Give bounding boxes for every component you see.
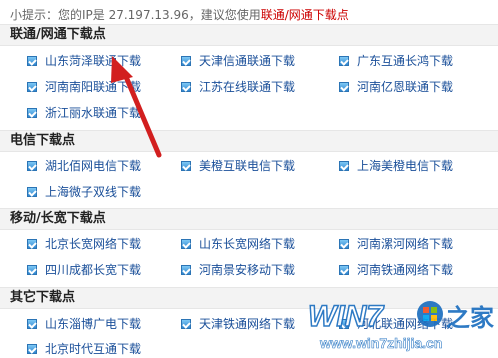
checkbox-icon: [27, 161, 37, 171]
link-label: 北京时代互通下载: [45, 342, 142, 356]
checkbox-icon: [339, 319, 349, 329]
link-label: 上海美橙电信下载: [357, 159, 454, 173]
download-link[interactable]: 四川成都长宽下载: [27, 261, 141, 279]
section-other-header: 其它下载点: [0, 287, 498, 309]
checkbox-icon: [27, 344, 37, 354]
download-link[interactable]: 河南铁通网络下载: [339, 261, 453, 279]
checkbox-icon: [181, 161, 191, 171]
link-label: 广东互通长鸿下载: [357, 54, 454, 68]
download-link[interactable]: 湖北佰网电信下载: [27, 157, 141, 175]
checkbox-icon: [181, 265, 191, 275]
checkbox-icon: [27, 187, 37, 197]
download-link[interactable]: 天津信通联通下载: [181, 52, 295, 70]
link-label: 天津铁通网络下载: [199, 317, 296, 331]
checkbox-icon: [339, 161, 349, 171]
link-label: 上海微子双线下载: [45, 185, 142, 199]
download-link[interactable]: 江苏在线联通下载: [181, 78, 295, 96]
link-label: 山东淄博广电下载: [45, 317, 142, 331]
download-link[interactable]: 上海美橙电信下载: [339, 157, 453, 175]
checkbox-icon: [339, 265, 349, 275]
download-link[interactable]: 山东菏泽联通下载: [27, 52, 141, 70]
section-title: 电信下载点: [10, 133, 76, 148]
download-link[interactable]: 河南亿恩联通下载: [339, 78, 453, 96]
link-label: 山东菏泽联通下载: [45, 54, 142, 68]
checkbox-icon: [181, 56, 191, 66]
recommended-download-link[interactable]: 联通/网通下载点: [261, 8, 349, 22]
download-link[interactable]: 上海微子双线下载: [27, 183, 141, 201]
download-link[interactable]: 河南南阳联通下载: [27, 78, 141, 96]
download-link[interactable]: 天津铁通网络下载: [181, 315, 295, 333]
link-label: 四川成都长宽下载: [45, 263, 142, 277]
section-telecom-header: 电信下载点: [0, 130, 498, 152]
download-link[interactable]: 河南景安移动下载: [181, 261, 295, 279]
link-label: 浙江丽水联通下载: [45, 106, 142, 120]
link-label: 江苏在线联通下载: [199, 80, 296, 94]
checkbox-icon: [339, 56, 349, 66]
link-label: 美橙互联电信下载: [199, 159, 296, 173]
checkbox-icon: [181, 82, 191, 92]
checkbox-icon: [339, 82, 349, 92]
section-mobile-header: 移动/长宽下载点: [0, 208, 498, 230]
download-link[interactable]: 河北联通网络下载: [339, 315, 453, 333]
download-link[interactable]: 河南漯河网络下载: [339, 235, 453, 253]
link-label: 河南亿恩联通下载: [357, 80, 454, 94]
download-link[interactable]: 山东长宽网络下载: [181, 235, 295, 253]
link-label: 天津信通联通下载: [199, 54, 296, 68]
link-label: 河南漯河网络下载: [357, 237, 454, 251]
hint-text: 小提示：您的IP是 27.197.13.96，建议您使用: [10, 8, 261, 22]
checkbox-icon: [181, 239, 191, 249]
download-link[interactable]: 山东淄博广电下载: [27, 315, 141, 333]
link-label: 山东长宽网络下载: [199, 237, 296, 251]
ip-hint: 小提示：您的IP是 27.197.13.96，建议您使用联通/网通下载点: [10, 6, 349, 24]
section-title: 其它下载点: [10, 290, 76, 305]
link-label: 北京长宽网络下载: [45, 237, 142, 251]
link-label: 湖北佰网电信下载: [45, 159, 142, 173]
checkbox-icon: [27, 56, 37, 66]
checkbox-icon: [27, 82, 37, 92]
link-label: 河南南阳联通下载: [45, 80, 142, 94]
checkbox-icon: [27, 239, 37, 249]
section-unicom-header: 联通/网通下载点: [0, 24, 498, 46]
checkbox-icon: [27, 108, 37, 118]
download-link[interactable]: 广东互通长鸿下载: [339, 52, 453, 70]
download-link[interactable]: 北京长宽网络下载: [27, 235, 141, 253]
link-label: 河北联通网络下载: [357, 317, 454, 331]
link-label: 河南景安移动下载: [199, 263, 296, 277]
checkbox-icon: [181, 319, 191, 329]
download-link[interactable]: 美橙互联电信下载: [181, 157, 295, 175]
link-label: 河南铁通网络下载: [357, 263, 454, 277]
section-title: 联通/网通下载点: [10, 27, 106, 42]
checkbox-icon: [27, 319, 37, 329]
section-title: 移动/长宽下载点: [10, 211, 106, 226]
download-link[interactable]: 北京时代互通下载: [27, 340, 141, 358]
watermark-url: www.win7zhijia.cn: [319, 335, 442, 351]
download-link[interactable]: 浙江丽水联通下载: [27, 104, 141, 122]
checkbox-icon: [339, 239, 349, 249]
checkbox-icon: [27, 265, 37, 275]
